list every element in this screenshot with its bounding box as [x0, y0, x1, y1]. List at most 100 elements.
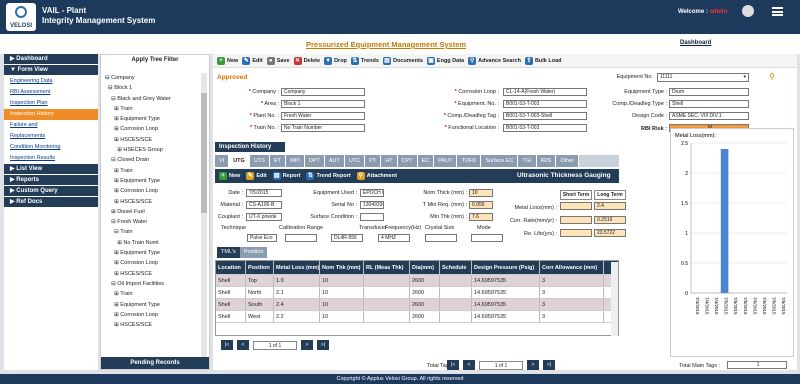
nav-section-header[interactable]: ▶ Ref Docs [4, 197, 98, 207]
tree-node[interactable]: ⊟ Block 1 [105, 83, 199, 93]
column-header[interactable]: Corr Allowance (mm) [540, 261, 604, 274]
technique-field[interactable]: Pulse Eco [247, 234, 277, 242]
nav-item[interactable]: RBI Assessment [4, 87, 98, 98]
nav-item[interactable]: Engineering Data [4, 76, 98, 87]
tags-last-button[interactable]: >| [543, 360, 555, 370]
couplant-field[interactable]: UT-X powde [246, 213, 282, 221]
new-button[interactable]: + New [217, 56, 238, 65]
tree-node[interactable]: ⊞ HSCES/SCE [105, 197, 199, 207]
column-header[interactable]: Nom Thk (mm) [320, 261, 364, 274]
tree-node[interactable]: ⊞ Equipment Type [105, 300, 199, 310]
table-row[interactable]: Shell Top 1.9 10 2600 14.69597535 3 [216, 275, 618, 287]
tree-filter-title[interactable]: Apply Tree Filter [101, 55, 209, 65]
transducer-field[interactable]: DL4R-556 [331, 234, 363, 242]
tree-node[interactable]: ⊞ No Train Numl [105, 238, 199, 248]
subtab-tmls[interactable]: TML's [217, 247, 240, 258]
tree-node[interactable]: ⊞ Train [105, 166, 199, 176]
date-field[interactable]: 7/5/2015 [246, 189, 282, 197]
tab-vi[interactable]: VI [215, 155, 230, 167]
tree-node[interactable]: ⊞ Corrosion Loop [105, 124, 199, 134]
nav-section-header[interactable]: ▶ Reports [4, 175, 98, 185]
frequency-field[interactable]: 4 MHZ [378, 234, 410, 242]
area-field[interactable]: Block 1 [281, 100, 365, 108]
nav-item[interactable]: Inspection Results [4, 153, 98, 164]
min-thk-field[interactable]: 7.6 [469, 213, 493, 221]
tree-node[interactable]: ⊞ Equipment Type [105, 114, 199, 124]
column-header[interactable]: Schedule [440, 261, 472, 274]
tree-node[interactable]: ⊟ Black and Grey Water [105, 94, 199, 104]
plant-field[interactable]: Fresh Water [281, 112, 365, 120]
engg-data-button[interactable]: ▣ Engg Data [426, 56, 464, 65]
table-scrollbar[interactable] [611, 262, 618, 336]
tab-ec[interactable]: EC [417, 155, 435, 167]
tab-aut[interactable]: AUT [324, 155, 345, 167]
column-header[interactable]: Design Pressure (Psig) [472, 261, 540, 274]
tags-prev-button[interactable]: < [463, 360, 475, 370]
tab-cpt[interactable]: CPT [397, 155, 418, 167]
nav-section-header[interactable]: ▶ Dashboard [4, 54, 98, 64]
tree-node[interactable]: ⊟ Closed Drain [105, 155, 199, 165]
column-header[interactable]: Location [216, 261, 246, 274]
tree-node[interactable]: ⊞ HSCES/SCE [105, 135, 199, 145]
column-header[interactable]: Position [246, 261, 274, 274]
tree-node[interactable]: ⊞ Train [105, 104, 199, 114]
train-field[interactable]: No Train Number [281, 124, 365, 132]
tags-page-input[interactable]: 1 of 1 [479, 360, 523, 370]
advance-search-button[interactable]: ⚲ Advance Search [468, 56, 521, 65]
trends-button[interactable]: ⇅ Trends [350, 56, 379, 65]
search-icon[interactable]: ⚲ [769, 72, 775, 81]
comp-deadleg-type-field[interactable]: Shell [669, 100, 749, 108]
calibration-range-field[interactable] [285, 234, 317, 242]
tree-node[interactable]: ⊞ Corrosion Loop [105, 310, 199, 320]
trend-report-button[interactable]: ⇅ Trend Report [306, 172, 351, 180]
nav-item[interactable]: Failure and [4, 120, 98, 131]
nav-item[interactable]: Condition Monitoring [4, 142, 98, 153]
equipment-type-field[interactable]: Drum [669, 88, 749, 96]
design-code-field[interactable]: ASME SEC. VIII DIV.1 [669, 112, 749, 120]
tree-node[interactable]: ⊟ Train [105, 227, 199, 237]
tree-node[interactable]: ⊞ HSCES/SCE [105, 320, 199, 330]
nav-item[interactable]: Inspection Plan [4, 98, 98, 109]
corrosion-loop-field[interactable]: CL-14-A(Fresh Water) [503, 88, 587, 96]
table-row[interactable]: Shell West 2.2 10 2600 14.69597535 3 [216, 311, 618, 323]
save-button[interactable]: ● Save [266, 56, 290, 65]
new-button[interactable]: + New [219, 172, 240, 180]
surface-condition-field[interactable] [360, 213, 384, 221]
table-row[interactable]: Shell South 2.4 10 2600 14.69597535 3 [216, 299, 618, 311]
nom-thick-field[interactable]: 10 [469, 189, 493, 197]
bulk-load-button[interactable]: ⇪ Bulk Load [524, 56, 562, 65]
column-header[interactable]: Metal Loss (mm) [274, 261, 320, 274]
tree-node[interactable]: ⊞ Corrosion Loop [105, 186, 199, 196]
tmin-field[interactable]: 0.955 [469, 201, 493, 209]
nav-item[interactable]: Replacements [4, 131, 98, 142]
equipment-no2-field[interactable]: B001-53-T-003 [503, 100, 587, 108]
drop-button[interactable]: ▼ Drop [324, 56, 347, 65]
tree-node[interactable]: ⊞ Corrosion Loop [105, 258, 199, 268]
attachment-button[interactable]: ⚲ Attachment [356, 172, 397, 180]
user-avatar-icon[interactable] [742, 5, 754, 17]
tab-uts[interactable]: UTS [249, 155, 270, 167]
company-field[interactable]: Company [281, 88, 365, 96]
documents-button[interactable]: ▤ Documents [382, 56, 423, 65]
tree-node[interactable]: ⊞ Equipment Type [105, 248, 199, 258]
delete-button[interactable]: ✕ Delete [293, 56, 320, 65]
tree-node[interactable]: ⊞ HSECES Group [105, 145, 199, 155]
tab-dpt[interactable]: DPT [304, 155, 325, 167]
tab-rt[interactable]: RT [269, 155, 287, 167]
next-page-button[interactable]: > [301, 340, 313, 350]
subtab-position[interactable]: Position [239, 247, 268, 258]
tab-other[interactable]: Other [556, 155, 580, 167]
mode-field[interactable] [471, 234, 503, 242]
tab-utg[interactable]: UTG [229, 155, 250, 167]
page-input[interactable]: 1 of 1 [253, 340, 297, 350]
first-page-button[interactable]: |< [221, 340, 233, 350]
tab-pt[interactable]: PT [365, 155, 382, 167]
comp-deadleg-field[interactable]: B001-53-T-003-Shell [503, 112, 587, 120]
column-header[interactable]: RL (Meas Thk) [364, 261, 410, 274]
edit-button[interactable]: ✎ Edit [242, 56, 263, 65]
equipment-no-select[interactable]: 11111 ▾ [657, 73, 749, 82]
column-header[interactable]: Dia(mm) [410, 261, 440, 274]
tab-ht[interactable]: HT [381, 155, 398, 167]
tab-utc[interactable]: UTC [344, 155, 366, 167]
tab-iris[interactable]: IRIS [536, 155, 557, 167]
